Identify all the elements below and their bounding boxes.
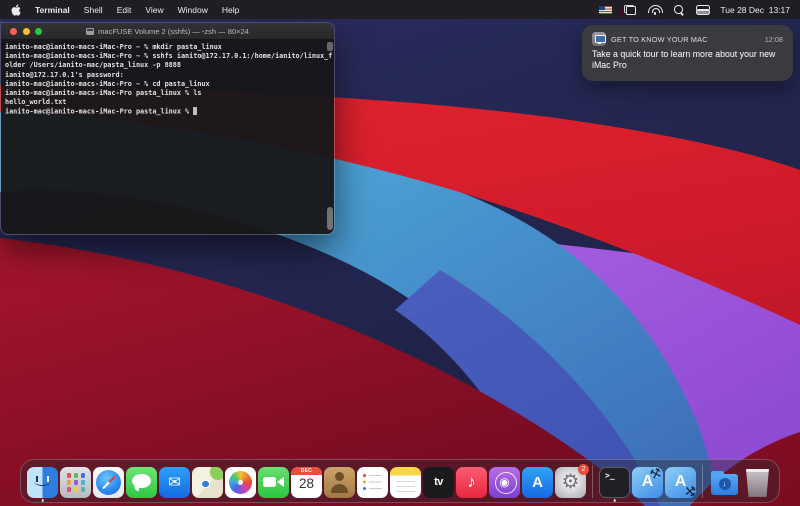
dock: ✉DEC28tv♪◉A⚙2>_AA↓ <box>20 459 780 503</box>
terminal-icon: >_ <box>599 466 630 498</box>
mail-icon: ✉ <box>159 466 190 498</box>
terminal-scrollbar[interactable] <box>325 40 333 234</box>
dock-item-devtool2[interactable]: A <box>665 466 696 498</box>
running-indicator <box>613 498 616 502</box>
dock-item-calendar[interactable]: DEC 28 <box>291 466 322 498</box>
terminal-line: ianito-mac@ianito-macs-iMac-Pro ~ % mkdi… <box>5 43 222 51</box>
terminal-window-title: macFUSE Volume 2 (sshfs) — -zsh — 80×24 <box>98 26 249 36</box>
dock-item-music[interactable]: ♪ <box>456 466 487 498</box>
dock-item-notes[interactable] <box>390 466 421 498</box>
launchpad-icon <box>60 466 91 498</box>
menu-view[interactable]: View <box>145 5 163 15</box>
messages-icon <box>126 466 157 498</box>
imac-display-icon <box>592 32 606 46</box>
dock-item-terminal[interactable]: >_ <box>599 466 630 502</box>
podcasts-icon: ◉ <box>489 466 520 498</box>
music-icon: ♪ <box>456 466 487 498</box>
scrollbar-thumb[interactable] <box>326 207 333 230</box>
downloads-icon: ↓ <box>709 467 740 498</box>
window-proxy-icon <box>86 27 95 35</box>
facetime-icon <box>258 466 289 498</box>
minimize-button[interactable] <box>22 27 30 35</box>
apple-menu-icon[interactable] <box>11 3 21 16</box>
terminal-line: ianito-mac@ianito-macs-iMac-Pro ~ % sshf… <box>5 52 333 61</box>
control-center-icon[interactable] <box>696 4 711 15</box>
terminal-window[interactable]: macFUSE Volume 2 (sshfs) — -zsh — 80×24 … <box>0 22 335 235</box>
dock-item-messages[interactable] <box>126 466 157 498</box>
reminders-icon <box>357 466 388 498</box>
dock-item-maps[interactable] <box>192 466 223 498</box>
dock-item-safari[interactable] <box>93 466 124 498</box>
notes-icon <box>390 466 421 498</box>
menu-items: Shell Edit View Window Help <box>84 5 240 15</box>
terminal-cursor <box>193 107 198 115</box>
menu-bar: Terminal Shell Edit View Window Help Tue 28 … <box>0 0 800 19</box>
dock-item-downloads[interactable]: ↓ <box>709 467 740 498</box>
notification-title: GET TO KNOW YOUR MAC <box>611 34 708 44</box>
appstore-icon: A <box>522 466 553 498</box>
active-app-name[interactable]: Terminal <box>35 5 70 15</box>
dock-item-launchpad[interactable] <box>60 466 91 498</box>
dock-separator <box>702 464 703 498</box>
dock-item-devtool[interactable]: A <box>632 466 663 498</box>
dock-item-tv[interactable]: tv <box>423 466 454 498</box>
dock-item-podcasts[interactable]: ◉ <box>489 466 520 498</box>
menu-shell[interactable]: Shell <box>84 5 103 15</box>
dock-item-reminders[interactable] <box>357 466 388 498</box>
terminal-line: ianito-mac@ianito-macs-iMac-Pro pasta_li… <box>5 89 202 98</box>
dock-item-facetime[interactable] <box>258 466 289 498</box>
finder-icon <box>27 466 58 498</box>
terminal-prompt-line: ianito-mac@ianito-macs-iMac-Pro pasta_li… <box>5 107 324 117</box>
close-button[interactable] <box>10 27 17 35</box>
maps-icon <box>192 466 223 498</box>
zoom-button[interactable] <box>35 27 42 35</box>
devtool2-icon: A <box>665 466 696 498</box>
running-indicator <box>41 498 44 502</box>
menu-window[interactable]: Window <box>178 5 208 15</box>
dock-item-photos[interactable] <box>225 466 256 498</box>
menu-help[interactable]: Help <box>222 5 239 15</box>
terminal-title-bar[interactable]: macFUSE Volume 2 (sshfs) — -zsh — 80×24 <box>1 23 334 40</box>
menu-bar-clock[interactable]: Tue 28 Dec 13:17 <box>720 5 790 15</box>
dock-separator <box>592 464 593 498</box>
menu-edit[interactable]: Edit <box>117 5 132 15</box>
terminal-line: ianito@172.17.0.1's password: <box>5 70 124 79</box>
notification-badge: 2 <box>578 463 589 475</box>
trash-icon <box>746 468 769 497</box>
dock-item-appstore[interactable]: A <box>522 466 553 498</box>
notification-banner[interactable]: GET TO KNOW YOUR MAC 12:08 Take a quick … <box>582 25 793 81</box>
contacts-icon <box>324 466 355 498</box>
dock-item-trash[interactable] <box>742 467 773 498</box>
terminal-content[interactable]: ianito-mac@ianito-macs-iMac-Pro ~ % mkdi… <box>1 40 334 234</box>
safari-icon <box>93 466 124 498</box>
dock-item-finder[interactable] <box>27 466 58 502</box>
devtool-icon: A <box>632 466 663 498</box>
terminal-line: older /Users/ianito-mac/pasta_linux -p 8… <box>5 61 181 70</box>
displays-icon[interactable] <box>624 4 637 15</box>
scrollbar-top-marker <box>326 42 333 51</box>
tv-icon: tv <box>423 466 454 498</box>
spotlight-search-icon[interactable] <box>673 4 684 15</box>
dock-item-mail[interactable]: ✉ <box>159 466 190 498</box>
terminal-line: ianito-mac@ianito-macs-iMac-Pro ~ % cd p… <box>5 79 210 88</box>
calendar-icon: DEC 28 <box>291 466 322 498</box>
dock-item-syspref[interactable]: ⚙ 2 <box>555 463 589 498</box>
dock-item-contacts[interactable] <box>324 466 355 498</box>
terminal-line: hello_world.txt <box>5 98 67 107</box>
notification-body: Take a quick tour to learn more about yo… <box>592 49 776 71</box>
terminal-output-lines: ianito-mac@ianito-macs-iMac-Pro ~ % mkdi… <box>5 43 333 107</box>
notification-time: 12:08 <box>764 34 783 44</box>
wifi-icon[interactable] <box>648 4 664 15</box>
photos-icon <box>225 466 256 498</box>
input-source-flag-icon[interactable] <box>599 5 613 14</box>
